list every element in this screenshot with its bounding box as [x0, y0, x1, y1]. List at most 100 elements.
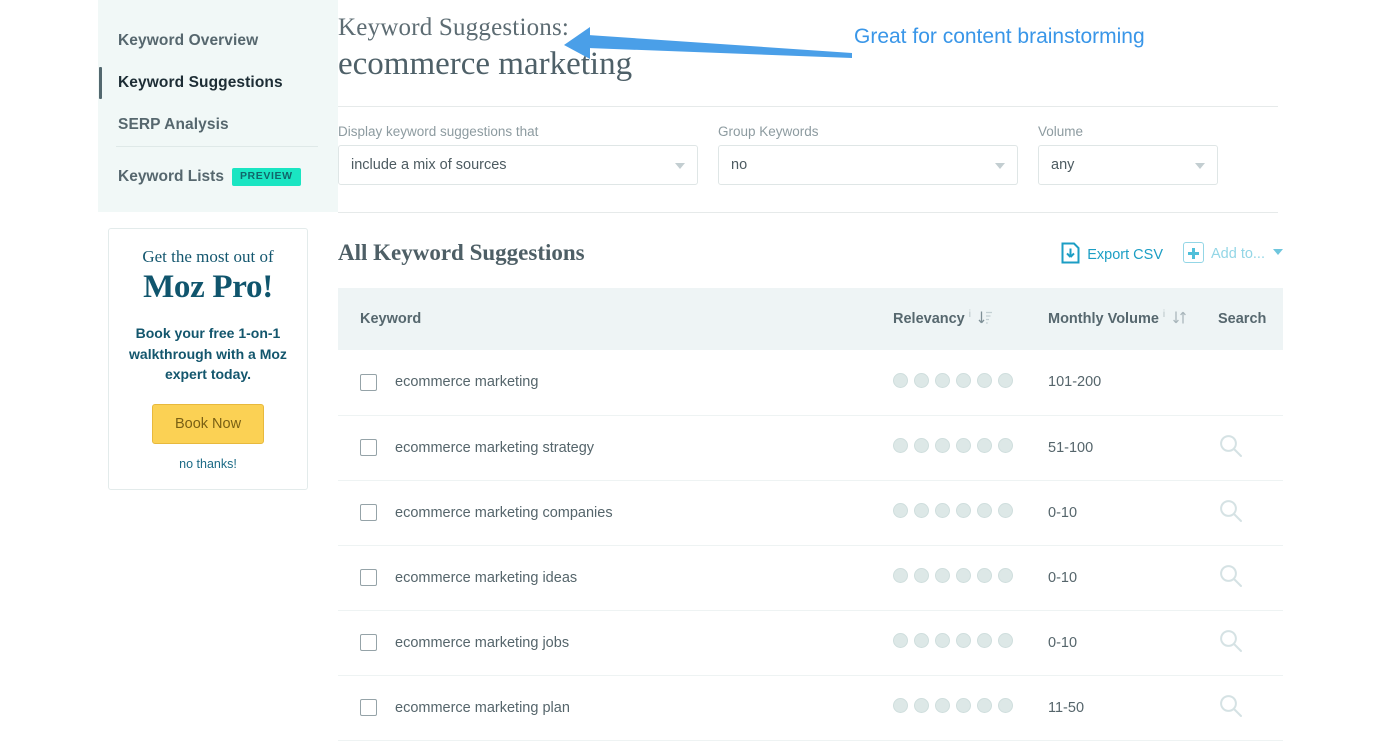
row-checkbox[interactable]	[360, 373, 377, 391]
relevancy-dot	[956, 372, 971, 388]
relevancy-dot	[998, 568, 1013, 583]
no-thanks-link[interactable]: no thanks!	[109, 457, 307, 471]
relevancy-dot	[977, 698, 992, 713]
keyword-text: ecommerce marketing strategy	[395, 439, 595, 456]
relevancy-dot	[914, 698, 929, 713]
export-csv-button[interactable]: Export CSV	[1061, 242, 1163, 268]
keyword-suggestions-table-section: All Keyword Suggestions Export CSV Add t…	[338, 234, 1283, 741]
sources-filter-label: Display keyword suggestions that	[338, 124, 539, 139]
keyword-text: ecommerce marketing jobs	[395, 634, 570, 651]
column-header-keyword[interactable]: Keyword	[338, 288, 893, 350]
relevancy-dot	[956, 568, 971, 583]
sources-filter: Display keyword suggestions that include…	[338, 124, 698, 185]
cell-search	[1218, 610, 1283, 676]
promo-body-text: Book your free 1-on-1 walkthrough with a…	[129, 325, 287, 382]
cell-relevancy	[893, 415, 1048, 481]
relevancy-dot	[977, 633, 992, 648]
cell-relevancy	[893, 350, 1048, 416]
sort-both-icon[interactable]	[1172, 310, 1188, 329]
column-header-keyword-label: Keyword	[360, 311, 422, 327]
relevancy-dot	[893, 698, 908, 713]
relevancy-dots	[893, 568, 1019, 587]
row-checkbox[interactable]	[360, 634, 377, 651]
sources-filter-value: include a mix of sources	[351, 157, 507, 173]
export-csv-icon	[1061, 242, 1080, 268]
table-row: ecommerce marketing plan 11-50	[338, 675, 1283, 741]
group-keywords-filter-select[interactable]: no	[718, 145, 1018, 185]
column-header-relevancy[interactable]: Relevancy i	[893, 288, 1048, 350]
search-icon[interactable]	[1218, 628, 1244, 658]
promo-pre-title: Get the most out of	[142, 247, 274, 266]
filters-divider	[338, 212, 1278, 213]
sidebar-divider	[116, 146, 318, 147]
relevancy-dot	[935, 503, 950, 518]
relevancy-dot	[893, 438, 908, 453]
book-now-button[interactable]: Book Now	[151, 404, 265, 445]
chevron-down-icon	[675, 163, 685, 169]
search-icon[interactable]	[1218, 498, 1244, 528]
add-to-button[interactable]: Add to...	[1182, 242, 1283, 263]
relevancy-dot	[914, 438, 929, 453]
chevron-down-icon	[1195, 163, 1205, 169]
cell-keyword: ecommerce marketing plan	[338, 675, 893, 741]
relevancy-dot	[893, 503, 908, 518]
row-checkbox[interactable]	[360, 504, 377, 521]
sources-filter-select[interactable]: include a mix of sources	[338, 145, 698, 185]
cell-monthly-volume: 101-200	[1048, 350, 1218, 416]
column-header-monthly-volume-label: Monthly Volume	[1048, 310, 1159, 327]
table-row: ecommerce marketing ideas 0-10	[338, 545, 1283, 611]
relevancy-dot	[893, 568, 908, 583]
keyword-text: ecommerce marketing	[395, 374, 539, 391]
sidebar-item-serp-analysis[interactable]: SERP Analysis	[98, 104, 338, 146]
info-icon[interactable]: i	[969, 309, 971, 320]
relevancy-dot	[998, 438, 1013, 453]
cell-search	[1218, 675, 1283, 741]
sidebar: Keyword Overview Keyword Suggestions SER…	[98, 0, 338, 746]
volume-filter-label: Volume	[1038, 124, 1084, 139]
add-to-label: Add to...	[1210, 246, 1265, 262]
cell-search	[1218, 350, 1283, 416]
relevancy-dots	[893, 698, 1019, 717]
sidebar-item-keyword-lists[interactable]: Keyword Lists PREVIEW	[98, 158, 301, 196]
sort-descending-icon[interactable]	[978, 310, 993, 329]
relevancy-dot	[998, 372, 1013, 388]
chevron-down-icon	[995, 163, 1005, 169]
sidebar-item-keyword-overview[interactable]: Keyword Overview	[98, 20, 338, 62]
sidebar-item-label: Keyword Lists	[118, 168, 224, 185]
keyword-text: ecommerce marketing plan	[395, 699, 570, 716]
row-checkbox[interactable]	[360, 439, 377, 456]
cell-relevancy	[893, 480, 1048, 546]
table-header-row: Keyword Relevancy i Monthly Volume i Sea…	[338, 288, 1283, 350]
keyword-suggestions-table: Keyword Relevancy i Monthly Volume i Sea…	[338, 288, 1283, 741]
cell-monthly-volume: 11-50	[1048, 675, 1218, 741]
volume-filter-select[interactable]: any	[1038, 145, 1218, 185]
table-title: All Keyword Suggestions	[338, 240, 585, 265]
annotation-text: Great for content brainstorming	[854, 25, 1145, 48]
info-icon[interactable]: i	[1163, 309, 1165, 320]
relevancy-dot	[914, 372, 929, 388]
cell-keyword: ecommerce marketing ideas	[338, 545, 893, 611]
relevancy-dot	[935, 372, 950, 388]
header-divider	[338, 106, 1278, 107]
relevancy-dots	[893, 438, 1019, 457]
cell-keyword: ecommerce marketing strategy	[338, 415, 893, 481]
column-header-relevancy-label: Relevancy	[893, 310, 965, 327]
relevancy-dot	[977, 568, 992, 583]
preview-badge: PREVIEW	[231, 168, 301, 186]
row-checkbox[interactable]	[360, 699, 377, 716]
relevancy-dot	[956, 633, 971, 648]
row-checkbox[interactable]	[360, 569, 377, 586]
column-header-monthly-volume[interactable]: Monthly Volume i	[1048, 288, 1218, 350]
relevancy-dots	[893, 503, 1019, 522]
cell-relevancy	[893, 610, 1048, 676]
volume-filter: Volume any	[1038, 124, 1218, 185]
search-icon[interactable]	[1218, 693, 1244, 723]
table-header: Keyword Relevancy i Monthly Volume i Sea…	[338, 288, 1283, 350]
sidebar-item-keyword-suggestions[interactable]: Keyword Suggestions	[98, 62, 338, 104]
cell-search	[1218, 480, 1283, 546]
plus-icon	[1182, 242, 1204, 263]
column-header-search: Search	[1218, 288, 1283, 350]
search-icon[interactable]	[1218, 563, 1244, 593]
search-icon[interactable]	[1218, 433, 1244, 463]
sidebar-item-label: Keyword Overview	[118, 32, 259, 49]
